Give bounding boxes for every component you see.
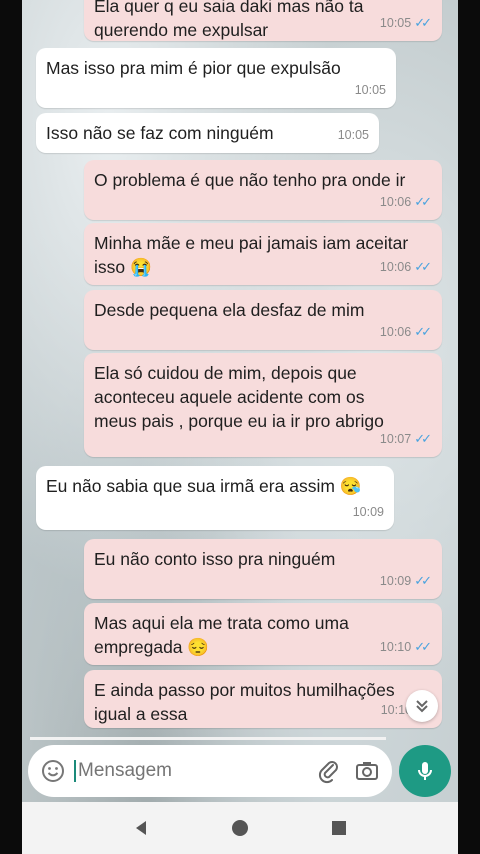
system-navigation-bar	[22, 802, 458, 854]
message-bubble[interactable]: Eu não conto isso pra ninguém 10:09 ✓✓	[84, 539, 442, 599]
message-bubble[interactable]: Minha mãe e meu pai jamais iam aceitar i…	[84, 223, 442, 285]
camera-icon[interactable]	[354, 758, 380, 784]
recents-square-icon	[331, 821, 346, 835]
message-time: 10:09	[352, 505, 384, 519]
read-tick-icon: ✓✓	[414, 15, 432, 30]
message-time: 10:07	[379, 432, 412, 446]
read-tick-icon: ✓✓	[414, 324, 432, 339]
emoji-icon[interactable]	[40, 758, 66, 784]
message-meta: 10:05 ✓✓	[380, 11, 432, 35]
right-letterbox	[458, 0, 480, 854]
voice-message-button[interactable]	[399, 745, 451, 797]
message-bubble[interactable]: Ela só cuidou de mim, depois que acontec…	[84, 353, 442, 457]
message-time: 10:05	[379, 16, 412, 30]
message-time: 10:09	[379, 574, 412, 588]
message-time: 10:06	[379, 325, 412, 339]
message-meta: 10:10 ✓✓	[380, 635, 432, 659]
message-time: 10:06	[379, 260, 412, 274]
message-text: Eu não sabia que sua irmã era assim 😪	[46, 476, 362, 496]
message-time: 10:05	[354, 83, 386, 97]
message-bubble[interactable]: Isso não se faz com ninguém 10:05	[36, 113, 379, 153]
message-meta: 10:05	[355, 78, 386, 102]
message-bubble[interactable]: Eu não sabia que sua irmã era assim 😪 10…	[36, 466, 394, 530]
message-meta: 10:06 ✓✓	[380, 320, 432, 344]
message-time: 10:05	[337, 128, 369, 142]
message-text: Desde pequena ela desfaz de mim	[94, 300, 365, 320]
message-meta: 10:06 ✓✓	[380, 255, 432, 279]
message-bubble[interactable]: Mas isso pra mim é pior que expulsão 10:…	[36, 48, 396, 108]
home-circle-icon	[231, 820, 248, 836]
message-meta: 10:09	[353, 500, 384, 524]
message-meta: 10:07 ✓✓	[380, 427, 432, 451]
message-bubble[interactable]: Ela quer q eu saia daki mas não ta quere…	[84, 0, 442, 41]
nav-back-button[interactable]	[126, 813, 156, 843]
message-time: 10:06	[379, 195, 412, 209]
message-text: O problema é que não tenho pra onde ir	[94, 170, 406, 190]
divider-line	[30, 737, 386, 740]
read-tick-icon: ✓✓	[414, 573, 432, 588]
paperclip-icon[interactable]	[316, 758, 342, 784]
message-bubble[interactable]: E ainda passo por muitos humilhações igu…	[84, 670, 442, 728]
nav-recents-button[interactable]	[324, 813, 354, 843]
read-tick-icon: ✓✓	[414, 194, 432, 209]
back-triangle-icon	[136, 821, 147, 835]
scroll-to-bottom-button[interactable]	[406, 690, 438, 722]
message-text: Eu não conto isso pra ninguém	[94, 549, 336, 569]
chevron-double-down-icon	[416, 700, 428, 713]
read-tick-icon: ✓✓	[414, 259, 432, 274]
message-text: Isso não se faz com ninguém	[46, 123, 274, 143]
message-meta: 10:06 ✓✓	[380, 190, 432, 214]
message-text: Ela só cuidou de mim, depois que acontec…	[94, 363, 384, 431]
microphone-icon	[418, 762, 432, 780]
message-time: 10:10	[379, 640, 412, 654]
read-tick-icon: ✓✓	[414, 639, 432, 654]
message-bubble[interactable]: O problema é que não tenho pra onde ir 1…	[84, 160, 442, 220]
message-input[interactable]	[74, 760, 304, 782]
message-bubble[interactable]: Desde pequena ela desfaz de mim 10:06 ✓✓	[84, 290, 442, 350]
message-composer[interactable]	[28, 745, 392, 797]
message-text: Mas isso pra mim é pior que expulsão	[46, 58, 341, 78]
message-meta: 10:05	[338, 123, 369, 147]
nav-home-button[interactable]	[225, 813, 255, 843]
message-meta: 10:09 ✓✓	[380, 569, 432, 593]
left-letterbox	[0, 0, 22, 854]
message-bubble[interactable]: Mas aqui ela me trata como uma empregada…	[84, 603, 442, 665]
read-tick-icon: ✓✓	[414, 431, 432, 446]
chat-screen: Ela quer q eu saia daki mas não ta quere…	[22, 0, 458, 854]
